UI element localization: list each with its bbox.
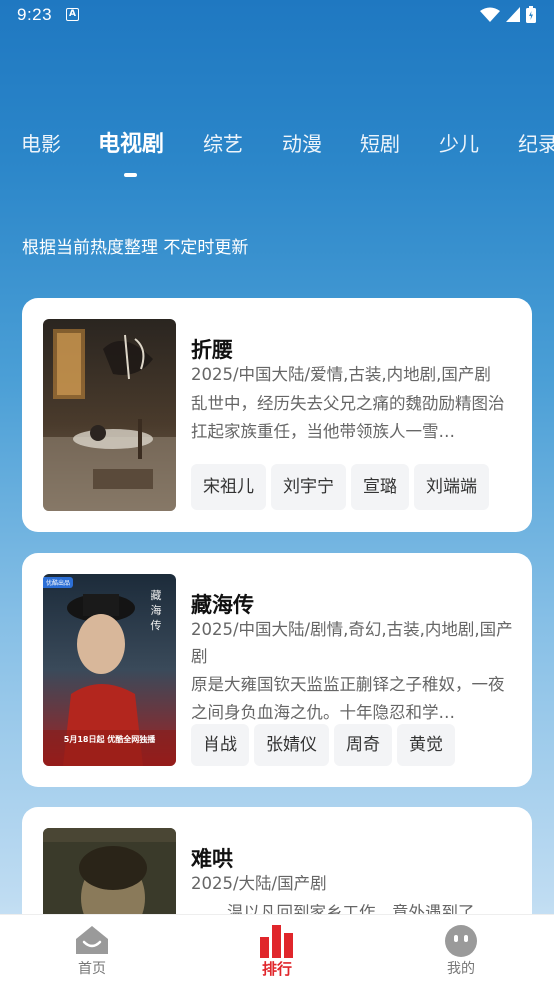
category-tabs: 电影 电视剧 综艺 动漫 短剧 少儿 纪录: [0, 128, 554, 178]
nav-home-label: 首页: [78, 961, 106, 977]
tab-tv-series[interactable]: 电视剧: [98, 128, 164, 158]
svg-text:传: 传: [151, 619, 162, 632]
drama-title: 藏海传: [191, 593, 254, 617]
notification-icon: A: [66, 8, 79, 21]
cast-tag[interactable]: 刘宇宁: [271, 464, 346, 510]
status-icons: [480, 6, 536, 23]
cast-tag[interactable]: 周奇: [334, 724, 392, 766]
cast-tag[interactable]: 黄觉: [397, 724, 455, 766]
profile-face-icon: [445, 925, 477, 957]
cast-tag[interactable]: 刘端端: [414, 464, 489, 510]
tab-anime[interactable]: 动漫: [282, 128, 322, 157]
cast-tags: 肖战 张婧仪 周奇 黄觉: [191, 724, 455, 766]
poster-image: 藏 海 传 优酷出品 5月18日起 优酷全网独播: [43, 574, 176, 766]
drama-description: 原是大雍国钦天监监正蒯铎之子稚奴，一夜之间身负血海之仇。十年隐忍和学…: [191, 675, 505, 722]
battery-icon: [526, 6, 536, 23]
cast-tag[interactable]: 宣璐: [351, 464, 409, 510]
drama-card[interactable]: 藏 海 传 优酷出品 5月18日起 优酷全网独播 藏海传 2025/中国大陆/剧…: [22, 553, 532, 787]
tab-short-drama[interactable]: 短剧: [360, 128, 400, 157]
nav-ranking[interactable]: 排行: [217, 915, 337, 984]
nav-ranking-label: 排行: [261, 960, 292, 978]
active-tab-indicator: [124, 173, 137, 177]
svg-text:海: 海: [151, 603, 162, 617]
drama-meta: 2025/中国大陆/剧情,奇幻,古装,内地剧,国产剧: [191, 620, 513, 666]
poster-badge: 优酷出品: [43, 577, 74, 588]
wifi-icon: [480, 7, 500, 22]
drama-meta: 2025/大陆/国产剧: [191, 874, 327, 893]
nav-home[interactable]: 首页: [32, 915, 152, 984]
status-bar: 9:23 A: [0, 0, 554, 30]
cast-tag[interactable]: 宋祖儿: [191, 464, 266, 510]
tab-variety[interactable]: 综艺: [203, 128, 243, 157]
cast-tag[interactable]: 张婧仪: [254, 724, 329, 766]
tab-movie[interactable]: 电影: [21, 128, 61, 157]
tab-documentary[interactable]: 纪录: [518, 128, 554, 157]
nav-profile[interactable]: 我的: [401, 915, 521, 984]
cast-tags: 宋祖儿 刘宇宁 宣璐 刘端端: [191, 464, 489, 510]
status-time: 9:23: [17, 5, 53, 24]
poster-caption: 5月18日起 优酷全网独播: [63, 735, 156, 744]
cast-tag[interactable]: 肖战: [191, 724, 249, 766]
drama-description: 乱世中，经历失去父兄之痛的魏劭励精图治扛起家族重任，当他带领族人一雪…: [191, 394, 505, 441]
drama-card[interactable]: 折腰 2025/中国大陆/爱情,古装,内地剧,国产剧 乱世中，经历失去父兄之痛的…: [22, 298, 532, 532]
poster-image: [43, 319, 176, 511]
drama-title: 难哄: [191, 847, 233, 871]
drama-meta: 2025/中国大陆/爱情,古装,内地剧,国产剧: [191, 365, 491, 384]
home-face-icon: [76, 926, 108, 954]
ranking-subtitle: 根据当前热度整理 不定时更新: [22, 238, 249, 258]
tab-kids[interactable]: 少儿: [439, 128, 479, 157]
cellular-signal-icon: [506, 7, 520, 22]
svg-text:藏: 藏: [151, 589, 162, 602]
ranking-bars-icon: [260, 925, 293, 958]
bottom-navigation: 首页 排行 我的: [0, 914, 554, 984]
drama-title: 折腰: [191, 338, 233, 362]
nav-profile-label: 我的: [447, 961, 475, 977]
